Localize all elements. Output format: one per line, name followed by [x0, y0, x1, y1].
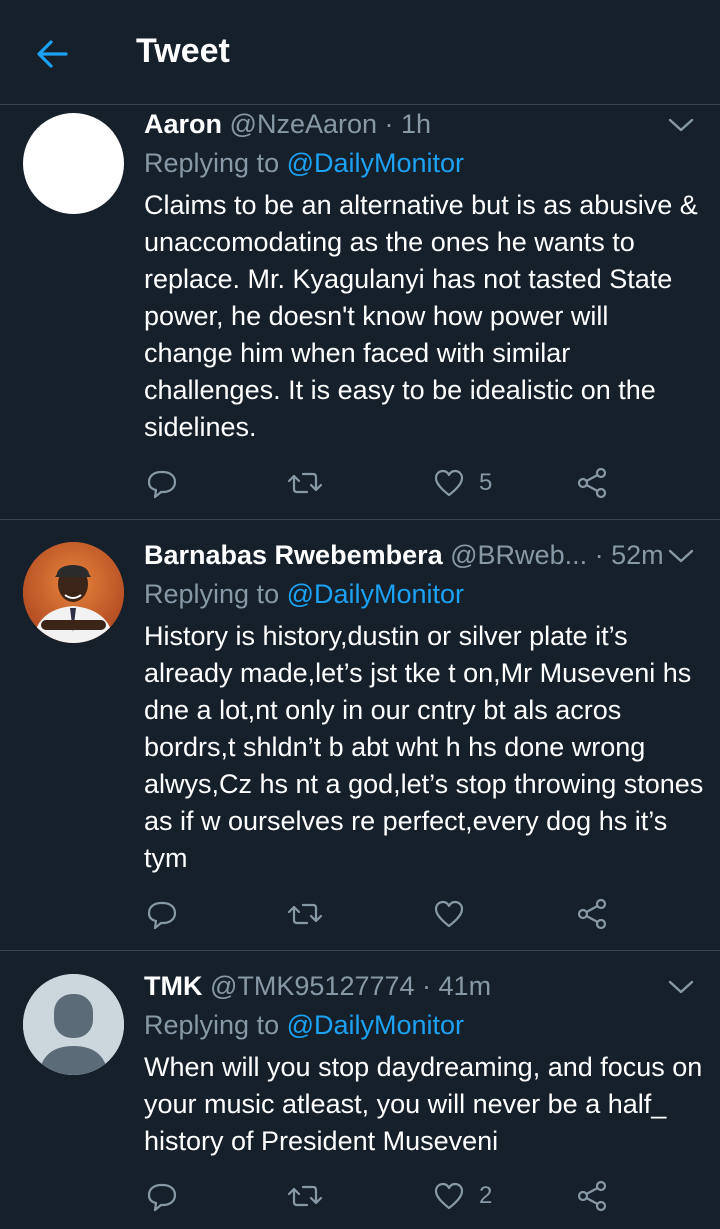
like-count: 2: [479, 1182, 493, 1209]
replying-prefix: Replying to: [144, 1010, 287, 1040]
author-handle[interactable]: @BRweb...: [450, 540, 587, 570]
retweet-icon: [287, 903, 323, 925]
tweet-actions: 2: [0, 1176, 720, 1216]
tweet-time: · 41m: [422, 971, 492, 1001]
author-handle[interactable]: @TMK95127774: [210, 971, 415, 1001]
like-count: 5: [479, 469, 493, 496]
retweet-icon: [287, 472, 323, 494]
like-button[interactable]: 5: [433, 463, 492, 503]
author-name[interactable]: TMK: [144, 971, 202, 1001]
replying-to: Replying to @DailyMonitor: [144, 1008, 464, 1042]
replying-prefix: Replying to: [144, 148, 287, 178]
author-name[interactable]: Barnabas Rwebembera: [144, 540, 443, 570]
retweet-button[interactable]: [287, 463, 323, 503]
reply-icon: [147, 470, 177, 499]
share-button[interactable]: [576, 1176, 608, 1216]
mention-link[interactable]: @DailyMonitor: [287, 579, 464, 609]
heart-icon: [434, 469, 464, 497]
chevron-down-icon[interactable]: [668, 977, 694, 997]
tweet-text: When will you stop daydreaming, and focu…: [144, 1052, 703, 1156]
author-handle[interactable]: @NzeAaron: [230, 109, 377, 139]
top-bar: Tweet: [0, 0, 720, 105]
replying-to: Replying to @DailyMonitor: [144, 146, 464, 180]
share-button[interactable]: [576, 463, 608, 503]
like-button[interactable]: [433, 894, 479, 934]
avatar[interactable]: [23, 974, 124, 1075]
avatar[interactable]: [23, 542, 124, 643]
reply-button[interactable]: [146, 463, 178, 503]
share-icon: [577, 1180, 607, 1212]
reply-button[interactable]: [146, 894, 178, 934]
share-button[interactable]: [576, 894, 608, 934]
like-button[interactable]: 2: [433, 1176, 492, 1216]
reply-icon: [147, 1183, 177, 1212]
tweet[interactable]: Barnabas Rwebembera @BRweb... · 52m Repl…: [0, 520, 720, 951]
replying-to: Replying to @DailyMonitor: [144, 577, 464, 611]
default-avatar-icon: [23, 974, 124, 1075]
author-name[interactable]: Aaron: [144, 109, 222, 139]
arrow-left-icon[interactable]: [34, 36, 70, 72]
page-title: Tweet: [136, 32, 230, 70]
chevron-down-icon[interactable]: [668, 115, 694, 135]
retweet-button[interactable]: [287, 1176, 323, 1216]
tweet-actions: 5: [0, 463, 720, 503]
tweet-text: Claims to be an alternative but is as ab…: [144, 190, 698, 442]
mention-link[interactable]: @DailyMonitor: [287, 148, 464, 178]
tweet-text: History is history,dustin or silver plat…: [144, 621, 704, 873]
share-icon: [577, 467, 607, 499]
reply-icon: [147, 901, 177, 930]
heart-icon: [434, 1182, 464, 1210]
tweet[interactable]: Aaron @NzeAaron · 1h Replying to @DailyM…: [0, 105, 720, 520]
retweet-button[interactable]: [287, 894, 323, 934]
tweet-actions: [0, 894, 720, 934]
tweet[interactable]: TMK @TMK95127774 · 41m Replying to @Dail…: [0, 951, 720, 1229]
share-icon: [577, 898, 607, 930]
replying-prefix: Replying to: [144, 579, 287, 609]
reply-button[interactable]: [146, 1176, 178, 1216]
tweet-time: · 52m: [594, 540, 664, 570]
chevron-down-icon[interactable]: [668, 546, 694, 566]
tweet-time: · 1h: [384, 109, 432, 139]
profile-photo: [23, 542, 124, 643]
heart-icon: [434, 900, 464, 928]
mention-link[interactable]: @DailyMonitor: [287, 1010, 464, 1040]
avatar[interactable]: [23, 113, 124, 214]
retweet-icon: [287, 1185, 323, 1207]
